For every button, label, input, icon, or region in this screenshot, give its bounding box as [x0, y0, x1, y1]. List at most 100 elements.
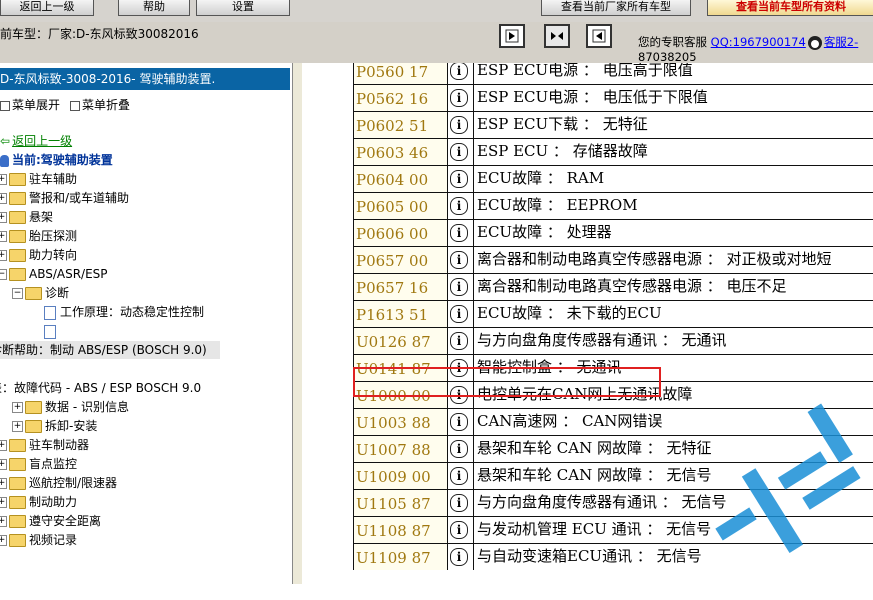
- qq-link[interactable]: QQ:1967900174: [711, 35, 806, 49]
- plus-icon[interactable]: +: [0, 459, 7, 470]
- tree-item-label: 拆卸-安装: [45, 419, 98, 433]
- fault-description[interactable]: 与方向盘角度传感器有通讯 ： 无信号: [473, 490, 727, 516]
- plus-icon[interactable]: +: [0, 231, 7, 242]
- fault-description[interactable]: ECU故障 ： RAM: [473, 166, 604, 192]
- next-page-button[interactable]: [586, 24, 612, 48]
- fault-description[interactable]: ECU故障 ： 未下载的ECU: [473, 301, 662, 327]
- menu-expand[interactable]: 菜单展开: [0, 96, 60, 113]
- tree-item-abs-asr-esp[interactable]: − ABS/ASR/ESP: [0, 265, 108, 283]
- table-row: U1105 87 i 与方向盘角度传感器有通讯 ： 无信号: [353, 489, 873, 516]
- info-icon[interactable]: i: [450, 548, 468, 566]
- fault-description[interactable]: 与发动机管理 ECU 通讯 ： 无信号: [473, 517, 711, 543]
- tree-item-diag-help[interactable]: 诊断帮助：制动 ABS/ESP (BOSCH 9.0): [0, 341, 220, 359]
- plus-icon[interactable]: +: [0, 250, 7, 261]
- tree-item-label: 巡航控制/限速器: [29, 476, 118, 490]
- info-icon[interactable]: i: [450, 197, 468, 215]
- qq-penguin-icon[interactable]: [807, 35, 822, 50]
- tree-item-cruise[interactable]: + 巡航控制/限速器: [0, 474, 117, 492]
- tree-item-blind-spot[interactable]: + 盲点监控: [0, 455, 77, 473]
- folder-icon: [9, 515, 26, 528]
- prev-page-button[interactable]: [499, 24, 525, 48]
- tree-item-brake-assist[interactable]: + 制动助力: [0, 493, 77, 511]
- tree-item-label: 数据 - 识别信息: [45, 400, 129, 414]
- tree-item-label: 诊断: [45, 286, 70, 300]
- fault-description[interactable]: ESP ECU下载 ： 无特征: [473, 112, 648, 138]
- info-icon[interactable]: i: [450, 143, 468, 161]
- plus-icon[interactable]: +: [0, 212, 7, 223]
- plus-icon[interactable]: +: [0, 516, 7, 527]
- tree-item-doc[interactable]: [44, 322, 60, 340]
- service2-link[interactable]: 客服2-: [824, 35, 858, 49]
- info-icon[interactable]: i: [450, 251, 468, 269]
- fault-description[interactable]: CAN高速网 ： CAN网错误: [473, 409, 662, 435]
- fault-description[interactable]: ESP ECU电源 ： 电压高于限值: [473, 63, 693, 84]
- tree-item-fault-codes[interactable]: 表：故障代码 - ABS / ESP BOSCH 9.0: [0, 379, 201, 397]
- info-icon[interactable]: i: [450, 116, 468, 134]
- info-icon[interactable]: i: [450, 63, 468, 80]
- minus-icon[interactable]: −: [12, 288, 23, 299]
- fault-description[interactable]: 悬架和车轮 CAN 网故障 ： 无特征: [473, 436, 712, 462]
- fault-description[interactable]: ESP ECU ： 存储器故障: [473, 139, 648, 165]
- tree-item-lane-warning[interactable]: + 警报和/或车道辅助: [0, 189, 129, 207]
- info-icon[interactable]: i: [450, 278, 468, 296]
- tree-item-diagnosis[interactable]: − 诊断: [12, 284, 69, 302]
- info-icon[interactable]: i: [450, 521, 468, 539]
- fault-description[interactable]: ECU故障 ： EEPROM: [473, 193, 638, 219]
- fit-page-button[interactable]: [544, 24, 570, 48]
- info-icon[interactable]: i: [450, 413, 468, 431]
- info-icon[interactable]: i: [450, 440, 468, 458]
- fault-description[interactable]: 离合器和制动电路真空传感器电源 ： 对正极或对地短: [473, 247, 832, 273]
- tree-item-safe-distance[interactable]: + 遵守安全距离: [0, 512, 101, 530]
- plus-icon[interactable]: +: [12, 421, 23, 432]
- info-icon[interactable]: i: [450, 305, 468, 323]
- tree-item-data-id[interactable]: + 数据 - 识别信息: [12, 398, 129, 416]
- info-icon[interactable]: i: [450, 467, 468, 485]
- plus-icon[interactable]: +: [0, 535, 7, 546]
- table-row: P0603 46 i ESP ECU ： 存储器故障: [353, 138, 873, 165]
- tree-item-video[interactable]: + 视频记录: [0, 531, 77, 549]
- back-top-button[interactable]: 返回上一级: [0, 0, 94, 16]
- plus-icon[interactable]: +: [0, 497, 7, 508]
- tree-item-power-steering[interactable]: + 助力转向: [0, 246, 77, 264]
- table-row: U1007 88 i 悬架和车轮 CAN 网故障 ： 无特征: [353, 435, 873, 462]
- info-icon[interactable]: i: [450, 170, 468, 188]
- settings-button[interactable]: 设置: [196, 0, 290, 16]
- menu-collapse[interactable]: 菜单折叠: [70, 96, 130, 113]
- plus-icon[interactable]: +: [0, 440, 7, 451]
- fault-description[interactable]: 离合器和制动电路真空传感器电源 ： 电压不足: [473, 274, 787, 300]
- info-icon[interactable]: i: [450, 494, 468, 512]
- tree-back-link[interactable]: ⇦ 返回上一级: [0, 132, 72, 150]
- tree-item-principle[interactable]: 工作原理：动态稳定性控制: [44, 303, 204, 321]
- fault-code: P0604 00: [353, 166, 448, 192]
- tree-item-parking-assist[interactable]: + 驻车辅助: [0, 170, 77, 188]
- tree-item-removal[interactable]: + 拆卸-安装: [12, 417, 97, 435]
- menu-collapse-label: 菜单折叠: [82, 98, 131, 112]
- view-all-docs-button[interactable]: 查看当前车型所有资料: [707, 0, 873, 16]
- fault-description[interactable]: ECU故障 ： 处理器: [473, 220, 612, 246]
- info-icon[interactable]: i: [450, 89, 468, 107]
- fault-description[interactable]: 悬架和车轮 CAN 网故障 ： 无信号: [473, 463, 712, 489]
- plus-icon[interactable]: +: [12, 402, 23, 413]
- tree-item-suspension[interactable]: + 悬架: [0, 208, 53, 226]
- panel-splitter[interactable]: [292, 63, 302, 584]
- table-row: P0657 00 i 离合器和制动电路真空传感器电源 ： 对正极或对地短: [353, 246, 873, 273]
- top-toolbar: 返回上一级 帮助 设置 查看当前厂家所有车型 查看当前车型所有资料: [0, 0, 873, 22]
- tree-item-parking-brake[interactable]: + 驻车制动器: [0, 436, 89, 454]
- fault-code: P0560 17: [353, 63, 448, 84]
- info-icon[interactable]: i: [450, 332, 468, 350]
- plus-icon[interactable]: +: [0, 174, 7, 185]
- help-button[interactable]: 帮助: [118, 0, 190, 16]
- tree-item-tire-pressure[interactable]: + 胎压探测: [0, 227, 77, 245]
- info-icon[interactable]: i: [450, 224, 468, 242]
- tree-item-label: 制动助力: [29, 495, 78, 509]
- minus-icon[interactable]: −: [0, 269, 7, 280]
- left-nav-panel: D-东风标致-3008-2016- 驾驶辅助装置. 菜单展开 菜单折叠 ⇦ 返回上…: [0, 63, 292, 584]
- tree-item-label: 悬架: [29, 210, 54, 224]
- tree-item-label: 警报和/或车道辅助: [29, 191, 130, 205]
- plus-icon[interactable]: +: [0, 193, 7, 204]
- fault-description[interactable]: 与自动变速箱ECU通讯 ： 无信号: [473, 544, 702, 570]
- view-all-models-button[interactable]: 查看当前厂家所有车型: [541, 0, 691, 16]
- fault-description[interactable]: ESP ECU电源 ： 电压低于下限值: [473, 85, 708, 111]
- fault-description[interactable]: 与方向盘角度传感器有通讯 ： 无通讯: [473, 328, 727, 354]
- plus-icon[interactable]: +: [0, 478, 7, 489]
